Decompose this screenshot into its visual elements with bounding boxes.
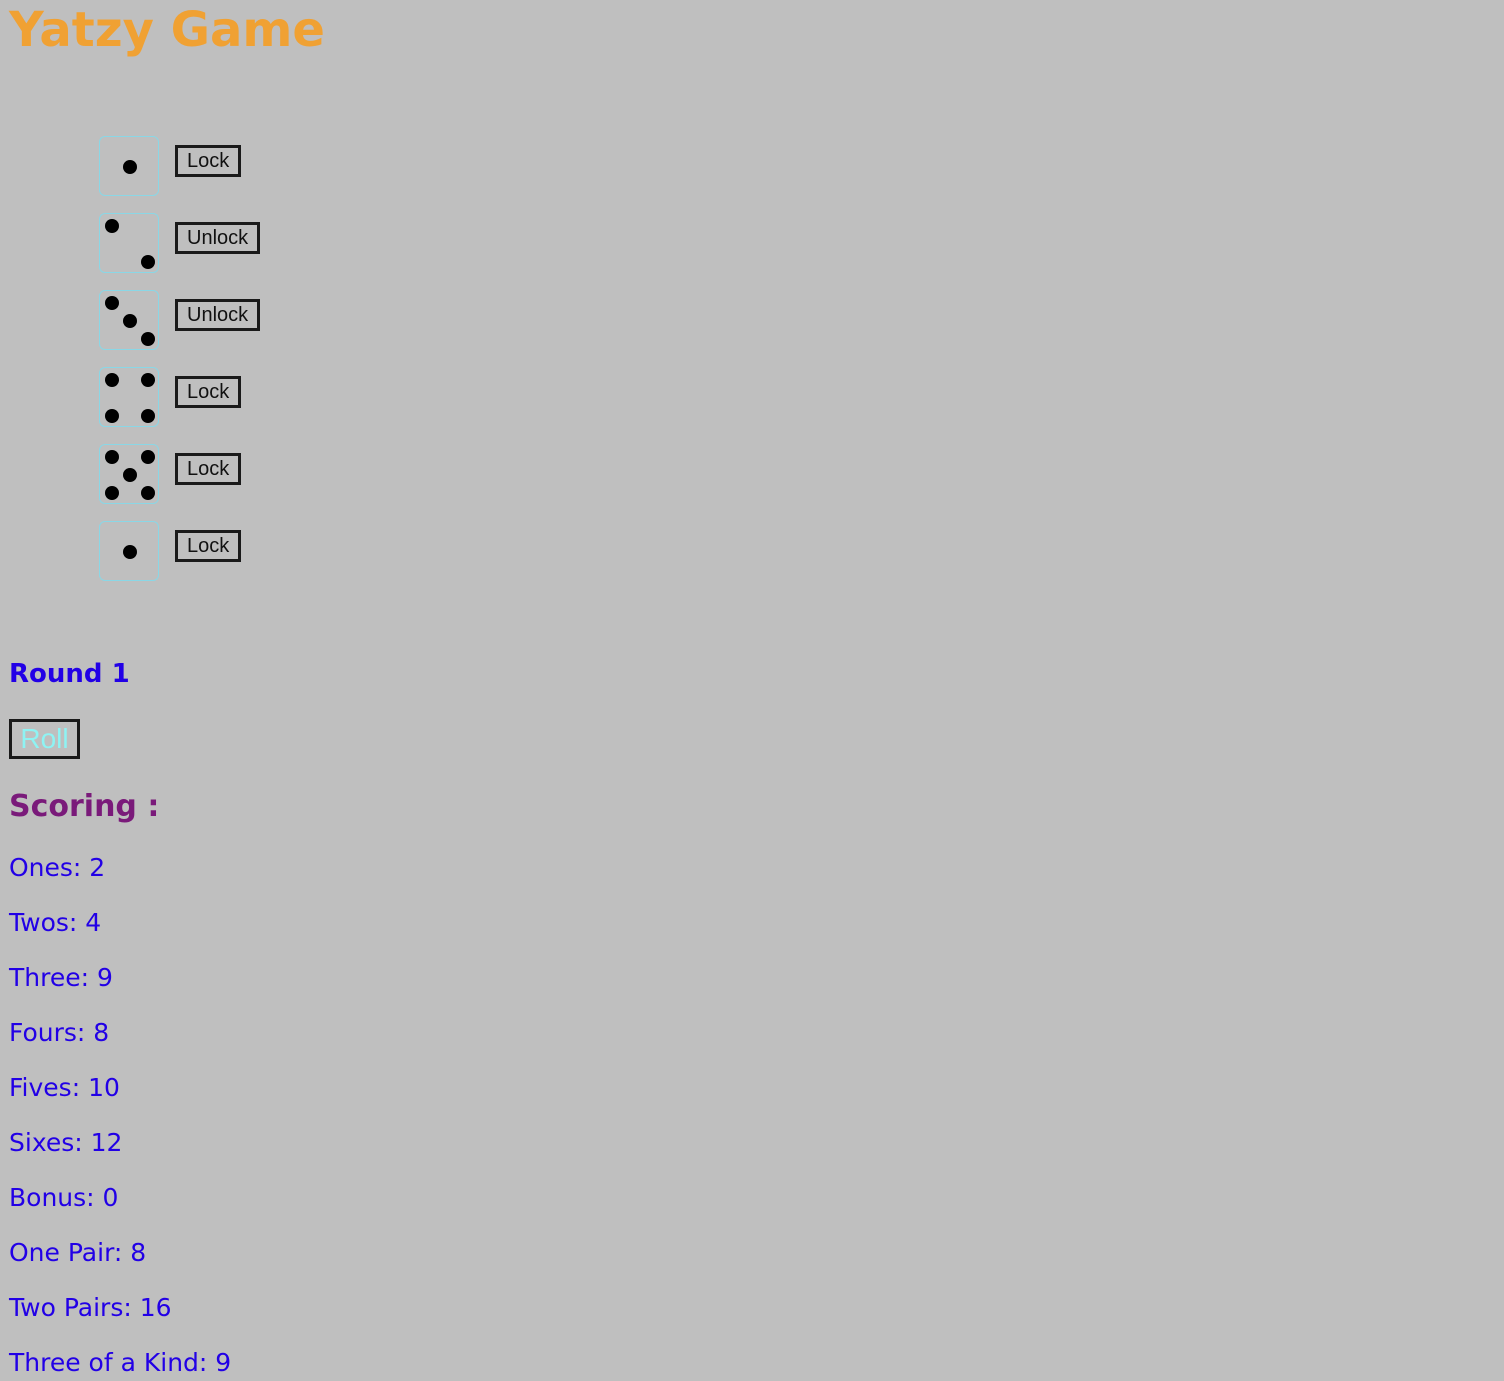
die-1 — [99, 136, 159, 196]
die-pip — [105, 373, 119, 387]
die-pip — [123, 314, 137, 328]
die-4-lock-button[interactable]: Lock — [175, 376, 242, 408]
die-pip — [123, 545, 137, 559]
die-pip — [123, 468, 137, 482]
score-three-of-a-kind: Three of a Kind: 9 — [9, 1348, 232, 1377]
score-sixes: Sixes: 12 — [9, 1128, 123, 1157]
die-pip — [105, 296, 119, 310]
die-pip — [141, 450, 155, 464]
roll-button[interactable]: Roll — [9, 719, 80, 759]
die-6 — [99, 521, 159, 581]
score-bonus: Bonus: 0 — [9, 1183, 119, 1212]
die-pip — [141, 332, 155, 346]
die-2-lock-button[interactable]: Unlock — [175, 222, 261, 254]
die-1-lock-button[interactable]: Lock — [175, 145, 242, 177]
die-pip — [105, 450, 119, 464]
round-label: Round 1 — [9, 659, 130, 689]
score-fives: Fives: 10 — [9, 1073, 120, 1102]
yatzy-page: Yatzy Game Lock Unlock Unlock Lock Lock … — [0, 0, 1504, 1381]
die-4 — [99, 367, 159, 427]
die-pip — [105, 486, 119, 500]
die-pip — [123, 160, 137, 174]
die-pip — [141, 373, 155, 387]
score-threes: Three: 9 — [9, 963, 113, 992]
score-list: Ones: 2 Twos: 4 Three: 9 Fours: 8 Fives:… — [9, 850, 231, 1381]
score-ones: Ones: 2 — [9, 853, 106, 882]
die-5-lock-button[interactable]: Lock — [175, 453, 242, 485]
die-2 — [99, 213, 159, 273]
die-pip — [141, 255, 155, 269]
die-pip — [105, 409, 119, 423]
die-pip — [141, 409, 155, 423]
die-3 — [99, 290, 159, 350]
die-5 — [99, 444, 159, 504]
die-pip — [141, 486, 155, 500]
die-6-lock-button[interactable]: Lock — [175, 530, 242, 562]
score-one-pair: One Pair: 8 — [9, 1238, 147, 1267]
score-fours: Fours: 8 — [9, 1018, 110, 1047]
scoring-title: Scoring : — [9, 789, 160, 824]
die-3-lock-button[interactable]: Unlock — [175, 299, 261, 331]
die-pip — [105, 219, 119, 233]
score-twos: Twos: 4 — [9, 908, 102, 937]
page-title: Yatzy Game — [9, 2, 325, 58]
score-two-pairs: Two Pairs: 16 — [9, 1293, 172, 1322]
